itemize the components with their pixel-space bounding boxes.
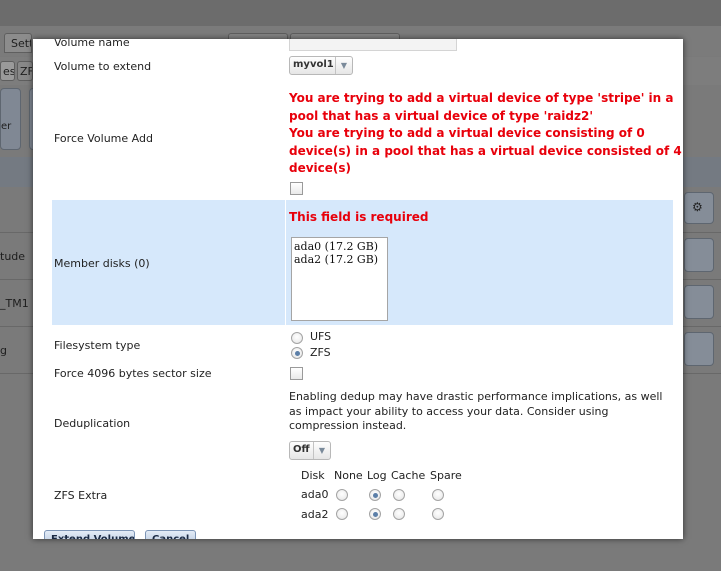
zfs-extra-header-none: None	[334, 469, 363, 482]
ada2-cache-radio[interactable]	[393, 508, 405, 520]
background-chip: ZF	[17, 61, 33, 81]
zfs-extra-label: ZFS Extra	[54, 489, 108, 502]
deduplication-note: Enabling dedup may have drastic performa…	[289, 390, 663, 432]
force-volume-add-label: Force Volume Add	[54, 132, 153, 145]
volume-to-extend-value: myvol1	[293, 59, 334, 70]
background-tool-button: ⚙	[684, 192, 714, 224]
zfs-extra-header-spare: Spare	[430, 469, 462, 482]
error-line: device(s)	[289, 161, 352, 175]
member-disks-label: Member disks (0)	[54, 257, 150, 270]
force-4096-checkbox[interactable]	[290, 367, 303, 380]
ada0-spare-radio[interactable]	[432, 489, 444, 501]
error-line: You are trying to add a virtual device c…	[289, 126, 645, 140]
volume-name-label: Volume name	[54, 39, 130, 49]
background-side-button	[684, 238, 714, 272]
background-topbar	[0, 0, 721, 27]
background-tab: Sett	[4, 33, 32, 53]
background-row-label: _TM1	[0, 297, 29, 310]
background-row-label: tude	[0, 250, 26, 263]
background-row-label: g	[0, 344, 7, 357]
background-chip: es	[0, 61, 15, 81]
disk-option[interactable]: ada2 (17.2 GB)	[294, 253, 385, 266]
force-4096-label: Force 4096 bytes sector size	[54, 367, 212, 380]
disk-option[interactable]: ada0 (17.2 GB)	[294, 240, 385, 253]
wrench-icon: ⚙	[692, 200, 703, 214]
background-chip-label: ZF	[20, 65, 33, 78]
volume-to-extend-label: Volume to extend	[54, 60, 152, 73]
background-large-button: er	[0, 88, 21, 150]
chevron-down-icon: ▼	[335, 57, 352, 74]
ada0-log-radio[interactable]	[369, 489, 381, 501]
error-line: device(s) in a pool that has a virtual d…	[289, 143, 682, 158]
row-divider	[285, 200, 286, 325]
error-line: You are trying to add a virtual device o…	[289, 91, 674, 105]
background-large-button-label: er	[1, 121, 12, 132]
filesystem-type-label: Filesystem type	[54, 339, 141, 352]
filesystem-ufs-label: UFS	[310, 330, 332, 343]
zfs-extra-disk-ada2: ada2	[301, 508, 329, 521]
chevron-down-icon: ▼	[313, 442, 330, 459]
filesystem-zfs-label: ZFS	[310, 346, 331, 359]
member-disks-listbox[interactable]: ada0 (17.2 GB) ada2 (17.2 GB)	[291, 237, 388, 321]
force-volume-add-errors: You are trying to add a virtual device o…	[289, 90, 682, 178]
filesystem-zfs-radio[interactable]	[291, 347, 303, 359]
zfs-extra-disk-ada0: ada0	[301, 488, 329, 501]
zfs-extra-header-disk: Disk	[301, 469, 325, 482]
background-side-button	[684, 285, 714, 319]
ada2-log-radio[interactable]	[369, 508, 381, 520]
cancel-button[interactable]: Cancel	[145, 530, 196, 539]
zfs-extra-header-log: Log	[367, 469, 387, 482]
deduplication-label: Deduplication	[54, 417, 131, 430]
error-line: pool that has a virtual device of type '…	[289, 108, 594, 123]
volume-to-extend-select[interactable]: myvol1 ▼	[289, 56, 353, 75]
extend-volume-dialog: Volume name Volume to extend myvol1 ▼ Fo…	[33, 39, 683, 539]
deduplication-value: Off	[293, 444, 310, 455]
deduplication-select[interactable]: Off ▼	[289, 441, 331, 460]
member-disks-error: This field is required	[289, 210, 429, 224]
background-tab-label: Sett	[11, 37, 32, 50]
ada0-cache-radio[interactable]	[393, 489, 405, 501]
filesystem-ufs-radio[interactable]	[291, 332, 303, 344]
background-side-button	[684, 332, 714, 366]
volume-name-input[interactable]	[289, 39, 457, 51]
force-volume-add-checkbox[interactable]	[290, 182, 303, 195]
extend-volume-button[interactable]: Extend Volume	[44, 530, 135, 539]
background-chip-label: es	[3, 65, 15, 78]
ada0-none-radio[interactable]	[336, 489, 348, 501]
ada2-none-radio[interactable]	[336, 508, 348, 520]
ada2-spare-radio[interactable]	[432, 508, 444, 520]
zfs-extra-header-cache: Cache	[391, 469, 426, 482]
